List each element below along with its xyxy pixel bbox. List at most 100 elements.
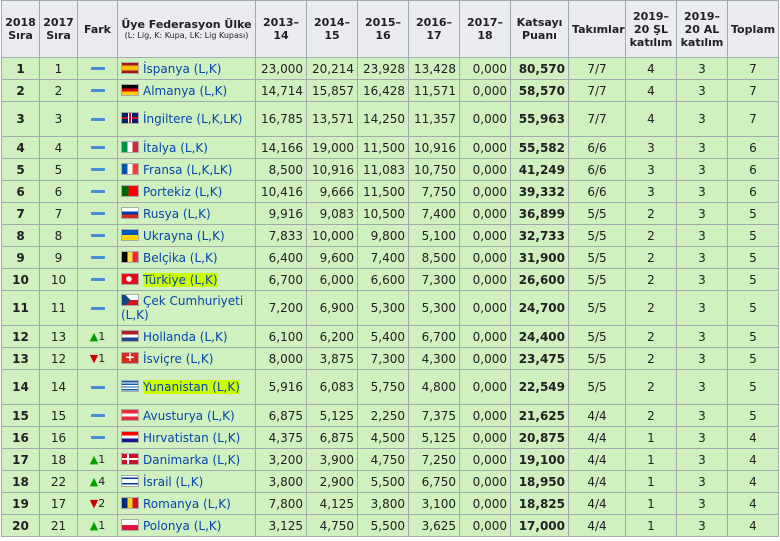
teams-count: 7/7 (568, 57, 626, 80)
header-2015-16[interactable]: 2015–16 (357, 0, 409, 58)
federation-cell: İsviçre (L,K) (117, 347, 256, 370)
points-2013-14: 6,100 (255, 325, 307, 348)
rank-2017: 2 (39, 79, 78, 102)
country-link[interactable]: Danimarka (L,K) (143, 453, 240, 467)
points-2013-14: 6,875 (255, 404, 307, 427)
teams-count: 4/4 (568, 470, 626, 493)
federation-cell: Rusya (L,K) (117, 202, 256, 225)
country-link[interactable]: Rusya (L,K) (143, 207, 211, 221)
points-2015-16: 23,928 (357, 57, 409, 80)
country-link[interactable]: Yunanistan (L,K) (143, 380, 240, 394)
al-participation: 3 (676, 79, 728, 102)
rank-change (77, 101, 118, 137)
country-link[interactable]: Belçika (L,K) (143, 251, 218, 265)
country-link[interactable]: İsrail (L,K) (143, 475, 203, 489)
uefa-coefficient-table: 2018 Sıra 2017 Sıra Fark Üye Federasyon … (1, 0, 779, 537)
al-participation: 3 (676, 325, 728, 348)
header-al[interactable]: 2019–20 AL katılım (676, 0, 728, 58)
no-change-icon (90, 146, 105, 149)
points-2013-14: 9,916 (255, 202, 307, 225)
points-2013-14: 3,200 (255, 448, 307, 471)
total-participation: 4 (727, 448, 779, 471)
points-2016-17: 5,125 (408, 426, 460, 449)
country-link[interactable]: İspanya (L,K) (143, 62, 221, 76)
rank-2017: 15 (39, 404, 78, 427)
sl-participation: 2 (625, 290, 677, 326)
country-link[interactable]: Fransa (L,K,LK) (143, 163, 232, 177)
header-sl[interactable]: 2019–20 ŞL katılım (625, 0, 677, 58)
sl-participation: 3 (625, 136, 677, 159)
country-link[interactable]: Hollanda (L,K) (143, 330, 228, 344)
no-change-icon (90, 67, 105, 70)
total-participation: 5 (727, 246, 779, 269)
points-2016-17: 3,625 (408, 514, 460, 537)
country-link[interactable]: Avusturya (L,K) (143, 409, 235, 423)
country-link[interactable]: Hırvatistan (L,K) (143, 431, 240, 445)
points-2014-15: 3,875 (306, 347, 358, 370)
flag-icon (121, 408, 139, 421)
sl-participation: 1 (625, 492, 677, 515)
no-change-icon (90, 212, 105, 215)
points-2015-16: 2,250 (357, 404, 409, 427)
header-rank2017[interactable]: 2017 Sıra (39, 0, 78, 58)
points-2017-18: 0,000 (459, 101, 511, 137)
rank-change-value: 1 (98, 518, 106, 532)
no-change-icon (90, 306, 105, 310)
rank-2017: 12 (39, 347, 78, 370)
coefficient-total: 26,600 (510, 268, 569, 291)
al-participation: 3 (676, 470, 728, 493)
points-2013-14: 4,375 (255, 426, 307, 449)
points-2014-15: 15,857 (306, 79, 358, 102)
rank-2017: 5 (39, 158, 78, 181)
flag-icon (121, 83, 139, 96)
country-link[interactable]: Almanya (L,K) (143, 84, 227, 98)
points-2017-18: 0,000 (459, 246, 511, 269)
federation-cell: Çek Cumhuriyeti (L,K) (117, 290, 256, 326)
header-2017-18[interactable]: 2017–18 (459, 0, 511, 58)
al-participation: 3 (676, 224, 728, 247)
sl-participation: 2 (625, 404, 677, 427)
country-link[interactable]: Polonya (L,K) (143, 519, 221, 533)
country-link[interactable]: Ukrayna (L,K) (143, 229, 225, 243)
header-2014-15[interactable]: 2014–15 (306, 0, 358, 58)
points-2015-16: 7,400 (357, 246, 409, 269)
points-2013-14: 6,400 (255, 246, 307, 269)
country-link[interactable]: Türkiye (L,K) (143, 272, 218, 287)
rank-2018: 15 (1, 404, 40, 427)
country-link[interactable]: İngiltere (L,K,LK) (143, 112, 243, 126)
country-link[interactable]: İtalya (L,K) (143, 141, 208, 155)
header-toplam[interactable]: Toplam (727, 0, 779, 58)
points-2017-18: 0,000 (459, 158, 511, 181)
header-2013-14[interactable]: 2013–14 (255, 0, 307, 58)
flag-icon (121, 272, 139, 285)
teams-count: 4/4 (568, 514, 626, 537)
teams-count: 4/4 (568, 492, 626, 515)
header-federation[interactable]: Üye Federasyon Ülke (L: Lig, K: Kupa, LK:… (117, 0, 256, 58)
header-2016-17[interactable]: 2016–17 (408, 0, 460, 58)
points-2013-14: 7,200 (255, 290, 307, 326)
flag-icon (121, 162, 139, 175)
header-federation-note: (L: Lig, K: Kupa, LK: Lig Kupası) (124, 30, 249, 40)
teams-count: 4/4 (568, 448, 626, 471)
coefficient-total: 19,100 (510, 448, 569, 471)
coefficient-total: 18,950 (510, 470, 569, 493)
points-2017-18: 0,000 (459, 325, 511, 348)
rank-2017: 4 (39, 136, 78, 159)
total-participation: 7 (727, 57, 779, 80)
header-takimlar[interactable]: Takımlar (568, 0, 626, 58)
total-participation: 5 (727, 325, 779, 348)
flag-icon (121, 294, 139, 306)
country-link[interactable]: Çek Cumhuriyeti (L,K) (121, 294, 243, 322)
up-arrow-icon: ▲ (89, 329, 99, 343)
points-2016-17: 7,375 (408, 404, 460, 427)
country-link[interactable]: Portekiz (L,K) (143, 185, 222, 199)
country-link[interactable]: İsviçre (L,K) (143, 352, 213, 366)
rank-2018: 5 (1, 158, 40, 181)
al-participation: 3 (676, 180, 728, 203)
header-fark[interactable]: Fark (77, 0, 118, 58)
coefficient-total: 55,582 (510, 136, 569, 159)
table-row: 12 13 ▲1 Hollanda (L,K) 6,100 6,200 5,400 6,700… (1, 325, 779, 348)
header-rank2018[interactable]: 2018 Sıra (1, 0, 40, 58)
header-katsayi[interactable]: Katsayı Puanı (510, 0, 569, 58)
country-link[interactable]: Romanya (L,K) (143, 497, 231, 511)
